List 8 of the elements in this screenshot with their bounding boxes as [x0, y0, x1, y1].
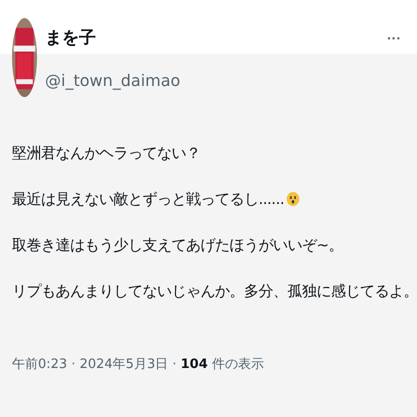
- post-text: 最近は見えない敵とずっと戦ってるし......: [12, 190, 284, 208]
- post-text: リプもあんまりしてないじゃんか。多分、孤独に感じてるよ。: [12, 282, 417, 300]
- post-meta: 午前0:23 · 2024年5月3日 · 104 件の表示: [12, 356, 265, 373]
- user-handle[interactable]: @i_town_daimao: [45, 71, 405, 90]
- post-text: 取巻き達はもう少し支えてあげたほうがいいぞ~。: [12, 236, 344, 254]
- display-name[interactable]: まを子: [45, 26, 96, 49]
- post-text: 堅洲君なんかヘラってない？: [12, 144, 200, 162]
- more-button[interactable]: ···: [383, 30, 405, 46]
